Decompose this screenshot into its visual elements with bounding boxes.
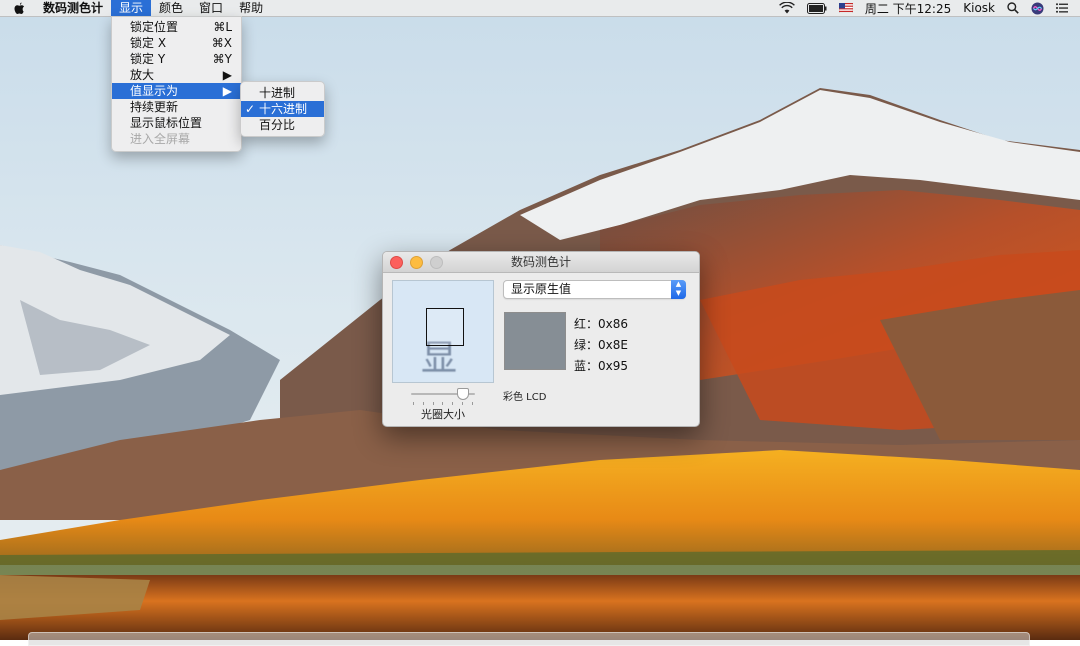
menu-display[interactable]: 显示 [111, 0, 152, 16]
slider-ticks [413, 402, 473, 405]
magnifier-view: 显示 [392, 280, 494, 383]
apple-menu-icon[interactable] [0, 0, 35, 16]
submenu-arrow-icon: ▶ [222, 68, 232, 82]
aperture-size-slider[interactable] [411, 388, 475, 400]
menu-item-enter-full-screen: 进入全屏幕 [112, 131, 241, 147]
submenu-item-label: 百分比 [259, 118, 296, 132]
color-swatch [504, 312, 566, 370]
submenu-item-label: 十进制 [259, 86, 296, 100]
aperture-box [426, 308, 464, 346]
wifi-icon[interactable] [773, 0, 801, 16]
siri-icon[interactable] [1025, 0, 1050, 16]
submenu-item-label: 十六进制 [259, 102, 308, 116]
menu-item-shortcut: ⌘L [213, 20, 232, 34]
submenu-arrow-icon: ▶ [222, 84, 232, 98]
menu-item-label: 持续更新 [130, 100, 179, 114]
green-value-row: 绿：0x8E [574, 337, 628, 358]
menu-window[interactable]: 窗口 [191, 0, 231, 16]
menu-item-continuous-update[interactable]: 持续更新 [112, 99, 241, 115]
red-value: 0x86 [598, 317, 629, 331]
value-mode-selected: 显示原生值 [511, 282, 572, 296]
slider-thumb[interactable] [457, 388, 469, 400]
window-titlebar[interactable]: 数码测色计 [383, 252, 699, 273]
menu-item-label: 值显示为 [130, 84, 179, 98]
menu-item-shortcut: ⌘Y [212, 52, 232, 66]
input-source-flag-icon[interactable] [833, 0, 859, 16]
aperture-size-label: 光圈大小 [421, 408, 465, 421]
menu-help[interactable]: 帮助 [231, 0, 271, 16]
blue-value-row: 蓝：0x95 [574, 358, 628, 379]
menu-item-display-values-as[interactable]: 值显示为 ▶ [112, 83, 241, 99]
menu-item-lock-position[interactable]: 锁定位置 ⌘L [112, 19, 241, 35]
menu-item-lock-y[interactable]: 锁定 Y ⌘Y [112, 51, 241, 67]
submenu-item-decimal[interactable]: 十进制 [241, 85, 324, 101]
green-label: 绿： [574, 338, 599, 352]
app-menu[interactable]: 数码测色计 [35, 0, 111, 16]
menu-item-label: 放大 [130, 68, 155, 82]
values-submenu: 十进制 ✓ 十六进制 百分比 [240, 81, 325, 137]
red-value-row: 红：0x86 [574, 316, 628, 337]
menu-item-label: 锁定 X [130, 36, 167, 50]
menu-item-show-mouse-location[interactable]: 显示鼠标位置 [112, 115, 241, 131]
submenu-item-hexadecimal[interactable]: ✓ 十六进制 [241, 101, 324, 117]
window-title: 数码测色计 [510, 255, 571, 269]
submenu-item-percentage[interactable]: 百分比 [241, 117, 324, 133]
clock[interactable]: 周二 下午12:25 [859, 0, 957, 16]
user-name[interactable]: Kiosk [957, 0, 1001, 16]
menu-item-magnify[interactable]: 放大 ▶ [112, 67, 241, 83]
menu-bar: 数码测色计 显示 颜色 窗口 帮助 周二 下午12:25 Kiosk [0, 0, 1080, 17]
popup-chevrons-icon: ▲ ▼ [671, 280, 686, 299]
dock[interactable] [28, 632, 1030, 646]
red-label: 红： [574, 317, 599, 331]
battery-icon[interactable] [801, 0, 833, 16]
color-values: 红：0x86 绿：0x8E 蓝：0x95 [574, 316, 628, 379]
checkmark-icon: ✓ [245, 102, 256, 116]
value-mode-popup[interactable]: 显示原生值 ▲ ▼ [503, 280, 686, 299]
menu-item-shortcut: ⌘X [211, 36, 232, 50]
color-profile-label: 彩色 LCD [503, 392, 547, 403]
display-menu: 锁定位置 ⌘L 锁定 X ⌘X 锁定 Y ⌘Y 放大 ▶ 值显示为 ▶ 持续更新… [111, 16, 242, 152]
menu-color[interactable]: 颜色 [151, 0, 191, 16]
blue-label: 蓝： [574, 359, 599, 373]
menu-item-label: 锁定位置 [130, 20, 179, 34]
spotlight-search-icon[interactable] [1001, 0, 1025, 16]
menu-item-label: 进入全屏幕 [130, 132, 191, 146]
menu-item-lock-x[interactable]: 锁定 X ⌘X [112, 35, 241, 51]
menu-item-label: 锁定 Y [130, 52, 166, 66]
menu-item-label: 显示鼠标位置 [130, 116, 203, 130]
notification-center-icon[interactable] [1050, 0, 1074, 16]
green-value: 0x8E [598, 338, 628, 352]
blue-value: 0x95 [598, 359, 629, 373]
color-meter-window: 数码测色计 显示 光圈大小 显示原生值 ▲▼ 红：0x86 绿：0x8E 蓝：0… [382, 251, 700, 427]
